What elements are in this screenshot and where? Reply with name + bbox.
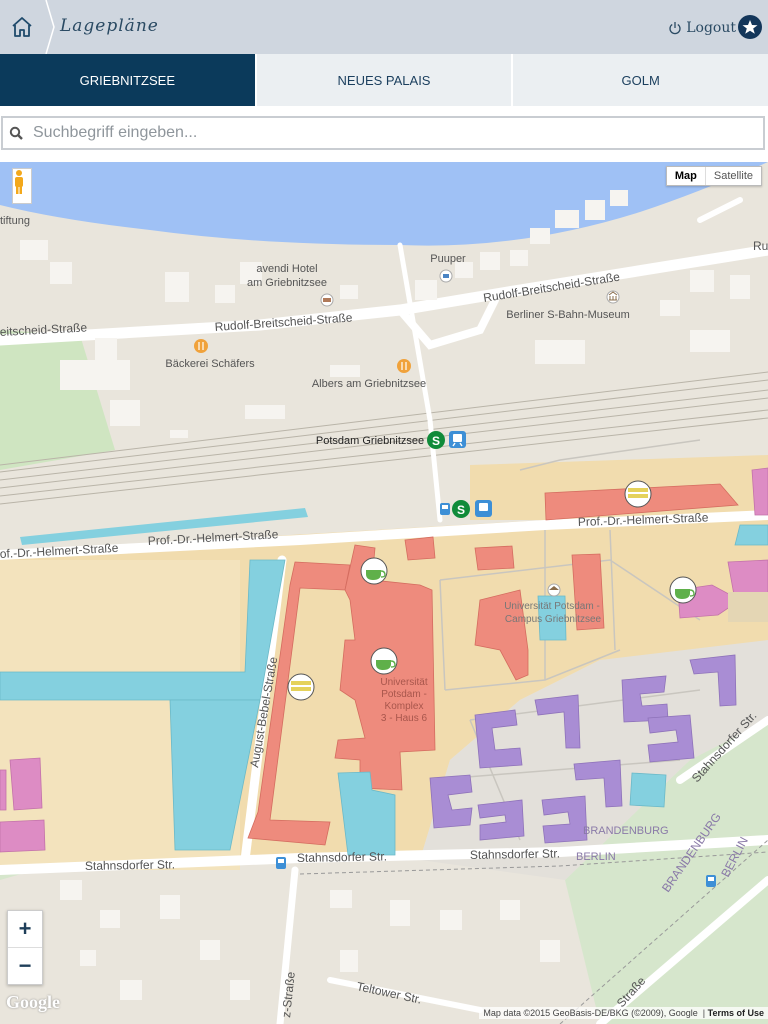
- map-label: Potsdam Griebnitzsee: [316, 435, 424, 447]
- search-input[interactable]: [31, 123, 763, 143]
- cafe-icon[interactable]: [370, 647, 398, 675]
- zoom-in-button[interactable]: +: [8, 911, 42, 947]
- campus-map[interactable]: S S tiftung avendi Hotel am Griebnitzsee…: [0, 162, 768, 1024]
- map-label: Universität Potsdam -: [504, 601, 600, 612]
- train-icon[interactable]: [449, 431, 466, 448]
- cafe-icon[interactable]: [360, 557, 388, 585]
- svg-text:S: S: [457, 503, 465, 517]
- street-label: Stahnsdorfer Str.: [85, 857, 175, 873]
- home-icon: [12, 17, 32, 37]
- google-logo: Google: [6, 992, 60, 1012]
- zoom-out-button[interactable]: −: [8, 948, 42, 984]
- map-label: 3 - Haus 6: [381, 713, 428, 724]
- map-type-satellite-button[interactable]: Satellite: [706, 167, 761, 185]
- map-type-control: Map Satellite: [665, 166, 762, 186]
- svg-text:S: S: [432, 434, 440, 448]
- map-label: avendi Hotel: [256, 263, 317, 275]
- tab-griebnitzsee[interactable]: GRIEBNITZSEE: [0, 54, 255, 106]
- restaurant-icon[interactable]: [194, 339, 208, 353]
- cafe-icon[interactable]: [669, 576, 697, 604]
- minor-building: [728, 592, 768, 622]
- tab-neues-palais[interactable]: NEUES PALAIS: [254, 54, 512, 106]
- map-label: Puuper: [430, 253, 466, 265]
- map-label: Komplex: [385, 701, 424, 712]
- library-icon[interactable]: [624, 480, 652, 508]
- zoom-control: + −: [7, 910, 43, 985]
- map-label: Bäckerei Schäfers: [165, 358, 255, 370]
- bus-icon[interactable]: [706, 875, 716, 887]
- map-type-map-button[interactable]: Map: [667, 167, 706, 185]
- star-icon: [742, 20, 758, 34]
- favorites-button[interactable]: [738, 15, 762, 39]
- tab-golm[interactable]: GOLM: [511, 54, 768, 106]
- library-icon[interactable]: [287, 673, 315, 701]
- hotel-icon[interactable]: [320, 293, 334, 307]
- sbahn-icon[interactable]: S: [427, 431, 445, 449]
- search-icon: [9, 126, 23, 140]
- street-label: Stahnsdorfer Str.: [297, 849, 387, 865]
- map-canvas[interactable]: S S tiftung avendi Hotel am Griebnitzsee…: [0, 162, 768, 1024]
- bus-icon[interactable]: [276, 857, 286, 869]
- logout-button[interactable]: Logout: [668, 20, 736, 36]
- museum-icon[interactable]: [606, 290, 620, 304]
- map-label: BERLIN: [576, 851, 616, 863]
- map-label: Universität: [380, 677, 427, 688]
- search-bar: [0, 106, 768, 162]
- map-label: am Griebnitzsee: [247, 277, 327, 289]
- page-title: Lagepläne: [60, 16, 159, 36]
- map-attribution: Map data ©2015 GeoBasis-DE/BKG (©2009), …: [479, 1007, 768, 1019]
- attribution-text: Map data ©2015 GeoBasis-DE/BKG (©2009), …: [483, 1008, 698, 1018]
- sbahn-icon[interactable]: S: [452, 500, 470, 518]
- map-label: Campus Griebnitzsee: [505, 614, 602, 625]
- campus-tabs: GRIEBNITZSEE NEUES PALAIS GOLM: [0, 54, 768, 106]
- logout-label: Logout: [686, 20, 736, 36]
- map-label: Potsdam -: [381, 689, 427, 700]
- header-divider: [45, 0, 55, 54]
- train-icon[interactable]: [475, 500, 492, 517]
- map-label: tiftung: [0, 215, 30, 227]
- app-header: Lagepläne Logout: [0, 0, 768, 54]
- pegman-icon: [15, 170, 23, 194]
- search-box: [1, 116, 765, 150]
- shop-icon[interactable]: [439, 269, 453, 283]
- power-icon: [669, 22, 681, 35]
- street-label: Ru: [753, 239, 768, 253]
- map-label: Berliner S-Bahn-Museum: [506, 309, 630, 321]
- street-view-pegman[interactable]: [12, 168, 32, 204]
- street-label: Stahnsdorfer Str.: [470, 846, 560, 862]
- map-label: BRANDENBURG: [583, 825, 669, 837]
- restaurant-icon[interactable]: [397, 359, 411, 373]
- university-icon[interactable]: [547, 583, 561, 597]
- bus-icon[interactable]: [440, 503, 450, 515]
- terms-of-use-link[interactable]: Terms of Use: [708, 1008, 764, 1018]
- home-button[interactable]: [0, 0, 44, 54]
- map-label: Albers am Griebnitzsee: [312, 378, 426, 390]
